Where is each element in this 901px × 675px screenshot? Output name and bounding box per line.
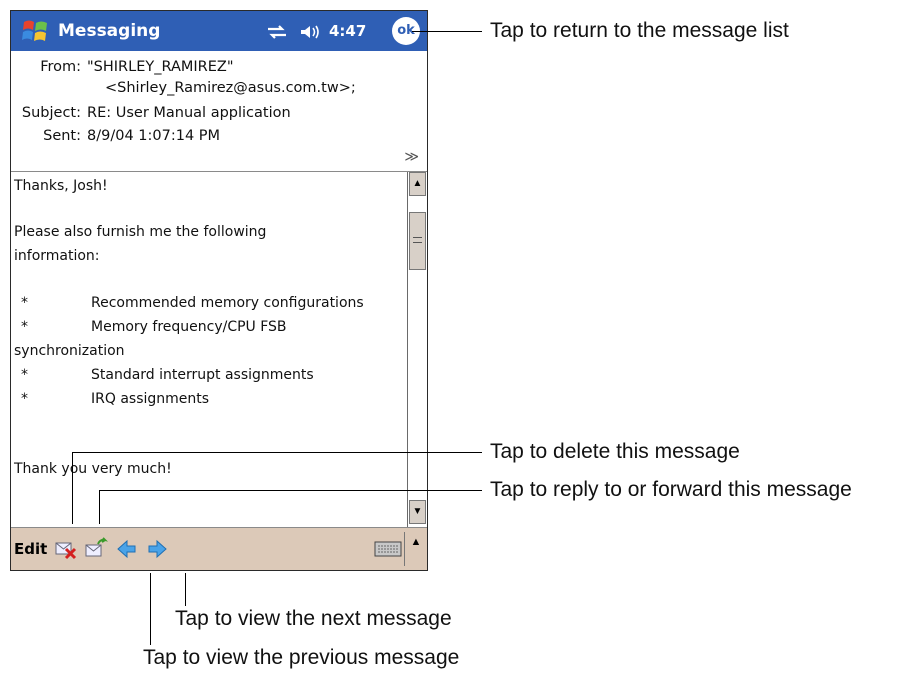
- scrollbar-thumb[interactable]: [409, 212, 426, 270]
- body-line: information:: [14, 248, 100, 264]
- callout-next: Tap to view the next message: [175, 607, 452, 630]
- sent-label: Sent:: [43, 128, 81, 144]
- next-message-icon[interactable]: [145, 537, 169, 561]
- list-item: Recommended memory configurations: [91, 295, 364, 311]
- sent-value: 8/9/04 1:07:14 PM: [87, 128, 221, 144]
- expand-header-icon[interactable]: ≫: [404, 149, 419, 165]
- bullet: *: [21, 295, 28, 311]
- callout-line-ok: [412, 31, 482, 32]
- keyboard-icon[interactable]: [374, 540, 402, 558]
- from-email: <Shirley_Ramirez@asus.com.tw>;: [105, 80, 356, 96]
- input-panel-arrow-icon[interactable]: ▲: [409, 536, 423, 548]
- delete-message-icon[interactable]: [54, 537, 78, 561]
- bottom-toolbar: Edit ▲: [11, 527, 427, 570]
- bullet: *: [21, 319, 28, 335]
- list-item-continuation: synchronization: [14, 343, 125, 359]
- clock[interactable]: 4:47: [329, 22, 366, 40]
- message-body: Thanks, Josh! Please also furnish me the…: [11, 171, 427, 528]
- sync-icon[interactable]: [265, 23, 289, 41]
- title-bar: Messaging 4:47 ok: [11, 11, 427, 51]
- app-title: Messaging: [58, 21, 161, 41]
- list-item: IRQ assignments: [91, 391, 210, 407]
- callout-previous: Tap to view the previous message: [143, 646, 460, 669]
- callout-delete: Tap to delete this message: [490, 440, 740, 463]
- list-item: Memory frequency/CPU FSB: [91, 319, 287, 335]
- thumb-grip-icon: [413, 237, 422, 243]
- callout-reply: Tap to reply to or forward this message: [490, 478, 852, 501]
- callout-line-reply: [99, 490, 482, 491]
- from-label: From:: [40, 59, 81, 75]
- message-header: From: "SHIRLEY_RAMIREZ" <Shirley_Ramirez…: [11, 51, 427, 171]
- callout-ok: Tap to return to the message list: [490, 19, 789, 42]
- body-line: Please also furnish me the following: [14, 224, 267, 240]
- vertical-scrollbar[interactable]: ▲ ▼: [407, 172, 427, 528]
- windows-logo-icon[interactable]: [21, 18, 49, 44]
- callout-line-delete: [72, 452, 73, 524]
- toolbar-separator: [404, 532, 405, 566]
- list-item: Standard interrupt assignments: [91, 367, 314, 383]
- callout-line-next: [185, 573, 186, 606]
- from-name: "SHIRLEY_RAMIREZ": [87, 59, 234, 75]
- greeting-line: Thanks, Josh!: [14, 178, 108, 194]
- scroll-down-button[interactable]: ▼: [409, 500, 426, 524]
- reply-forward-icon[interactable]: [84, 537, 108, 561]
- closing-line: Thank you very much!: [14, 461, 172, 477]
- subject-label: Subject:: [21, 105, 81, 121]
- subject-value: RE: User Manual application: [87, 105, 291, 121]
- previous-message-icon[interactable]: [115, 537, 139, 561]
- message-text[interactable]: Thanks, Josh! Please also furnish me the…: [11, 172, 407, 528]
- callout-line-reply: [99, 490, 100, 524]
- bullet: *: [21, 367, 28, 383]
- edit-menu[interactable]: Edit: [14, 540, 47, 558]
- volume-icon[interactable]: [298, 23, 322, 41]
- bullet: *: [21, 391, 28, 407]
- scroll-up-button[interactable]: ▲: [409, 172, 426, 196]
- callout-line-previous: [150, 573, 151, 645]
- callout-line-delete: [72, 452, 482, 453]
